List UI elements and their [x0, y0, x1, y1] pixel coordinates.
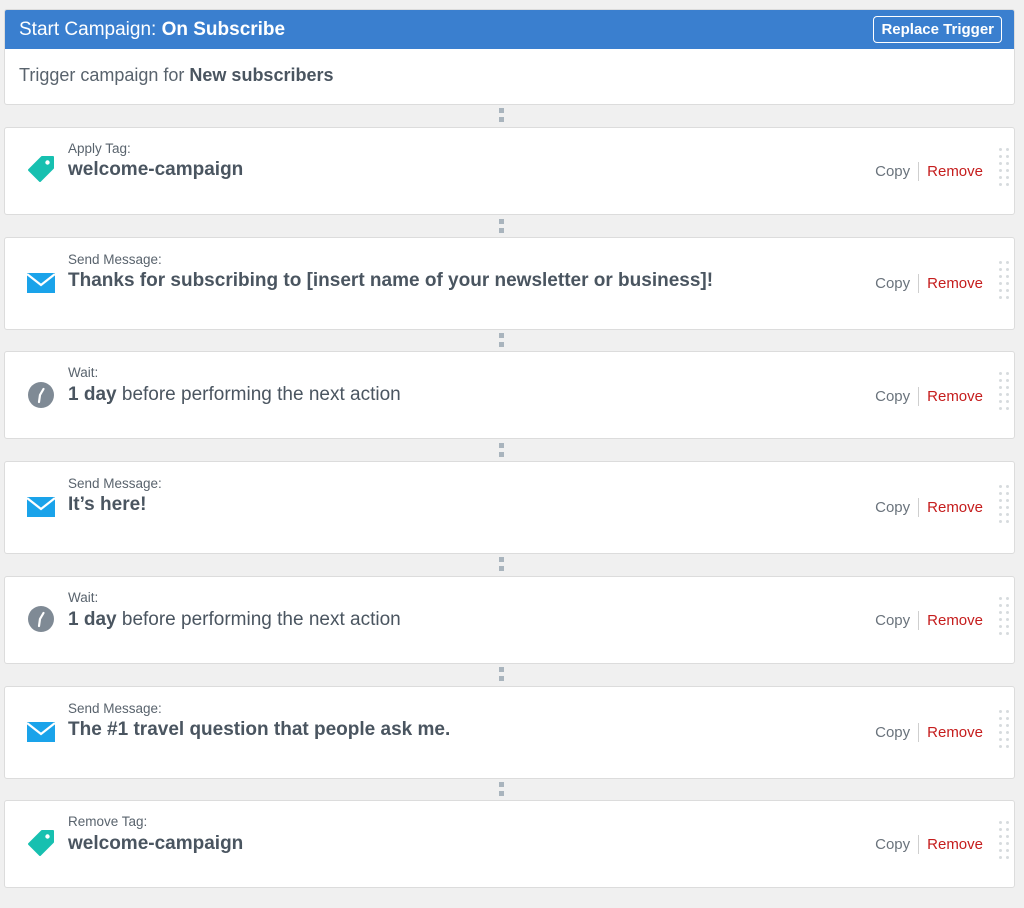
- drag-handle[interactable]: [999, 710, 1009, 748]
- wait-duration: 1 day: [68, 609, 117, 630]
- step-wait: Wait: 1 day before performing the next a…: [4, 351, 1015, 439]
- step-send-message: Send Message: It’s here! Copy Remove: [4, 461, 1015, 554]
- copy-button[interactable]: Copy: [875, 499, 910, 516]
- step-value: 1 day before performing the next action: [68, 384, 401, 406]
- divider: [918, 723, 920, 742]
- copy-button[interactable]: Copy: [875, 612, 910, 629]
- tag-icon: [26, 828, 56, 858]
- copy-button[interactable]: Copy: [875, 163, 910, 180]
- copy-button[interactable]: Copy: [875, 836, 910, 853]
- envelope-icon: [26, 717, 56, 747]
- step-actions: Copy Remove: [875, 723, 983, 742]
- step-value: 1 day before performing the next action: [68, 609, 401, 631]
- copy-button[interactable]: Copy: [875, 275, 910, 292]
- trigger-header: Start Campaign: On Subscribe Replace Tri…: [5, 10, 1014, 49]
- trigger-description: Trigger campaign for New subscribers: [5, 49, 1014, 102]
- step-label: Wait:: [68, 365, 99, 380]
- copy-button[interactable]: Copy: [875, 388, 910, 405]
- step-actions: Copy Remove: [875, 498, 983, 517]
- remove-button[interactable]: Remove: [927, 724, 983, 741]
- remove-button[interactable]: Remove: [927, 499, 983, 516]
- trigger-title: Start Campaign: On Subscribe: [19, 19, 285, 41]
- step-value: Thanks for subscribing to [insert name o…: [68, 270, 714, 291]
- step-connector: [499, 782, 504, 796]
- step-actions: Copy Remove: [875, 835, 983, 854]
- drag-handle[interactable]: [999, 372, 1009, 410]
- copy-button[interactable]: Copy: [875, 724, 910, 741]
- step-label: Apply Tag:: [68, 141, 131, 156]
- step-label: Send Message:: [68, 252, 162, 267]
- remove-button[interactable]: Remove: [927, 836, 983, 853]
- step-send-message: Send Message: Thanks for subscribing to …: [4, 237, 1015, 330]
- step-label: Remove Tag:: [68, 814, 148, 829]
- divider: [918, 274, 920, 293]
- envelope-icon: [26, 268, 56, 298]
- step-actions: Copy Remove: [875, 274, 983, 293]
- step-connector: [499, 333, 504, 347]
- step-actions: Copy Remove: [875, 162, 983, 181]
- drag-handle[interactable]: [999, 148, 1009, 186]
- trigger-card: Start Campaign: On Subscribe Replace Tri…: [4, 9, 1015, 105]
- remove-button[interactable]: Remove: [927, 612, 983, 629]
- divider: [918, 835, 920, 854]
- drag-handle[interactable]: [999, 261, 1009, 299]
- divider: [918, 498, 920, 517]
- clock-icon: [26, 380, 56, 410]
- step-value: It’s here!: [68, 494, 147, 515]
- step-value: The #1 travel question that people ask m…: [68, 719, 451, 740]
- clock-icon: [26, 604, 56, 634]
- step-value: welcome-campaign: [68, 159, 244, 180]
- step-connector: [499, 667, 504, 681]
- wait-description: before performing the next action: [121, 609, 401, 630]
- drag-handle[interactable]: [999, 821, 1009, 859]
- drag-handle[interactable]: [999, 597, 1009, 635]
- trigger-body-prefix: Trigger campaign for: [19, 65, 185, 85]
- wait-description: before performing the next action: [121, 384, 401, 405]
- wait-duration: 1 day: [68, 384, 117, 405]
- step-label: Wait:: [68, 590, 99, 605]
- step-apply-tag: Apply Tag: welcome-campaign Copy Remove: [4, 127, 1015, 215]
- step-label: Send Message:: [68, 476, 162, 491]
- step-send-message: Send Message: The #1 travel question tha…: [4, 686, 1015, 779]
- step-connector: [499, 108, 504, 122]
- drag-handle[interactable]: [999, 485, 1009, 523]
- replace-trigger-button[interactable]: Replace Trigger: [873, 16, 1002, 43]
- step-connector: [499, 219, 504, 233]
- step-actions: Copy Remove: [875, 387, 983, 406]
- envelope-icon: [26, 492, 56, 522]
- remove-button[interactable]: Remove: [927, 275, 983, 292]
- trigger-title-prefix: Start Campaign:: [19, 18, 157, 40]
- divider: [918, 162, 920, 181]
- trigger-event: On Subscribe: [161, 18, 286, 40]
- step-remove-tag: Remove Tag: welcome-campaign Copy Remove: [4, 800, 1015, 888]
- remove-button[interactable]: Remove: [927, 163, 983, 180]
- remove-button[interactable]: Remove: [927, 388, 983, 405]
- trigger-target: New subscribers: [189, 65, 334, 85]
- divider: [918, 611, 920, 630]
- tag-icon: [26, 154, 56, 184]
- step-connector: [499, 443, 504, 457]
- step-value: welcome-campaign: [68, 833, 244, 854]
- divider: [918, 387, 920, 406]
- step-label: Send Message:: [68, 701, 162, 716]
- step-actions: Copy Remove: [875, 611, 983, 630]
- step-connector: [499, 557, 504, 571]
- step-wait: Wait: 1 day before performing the next a…: [4, 576, 1015, 664]
